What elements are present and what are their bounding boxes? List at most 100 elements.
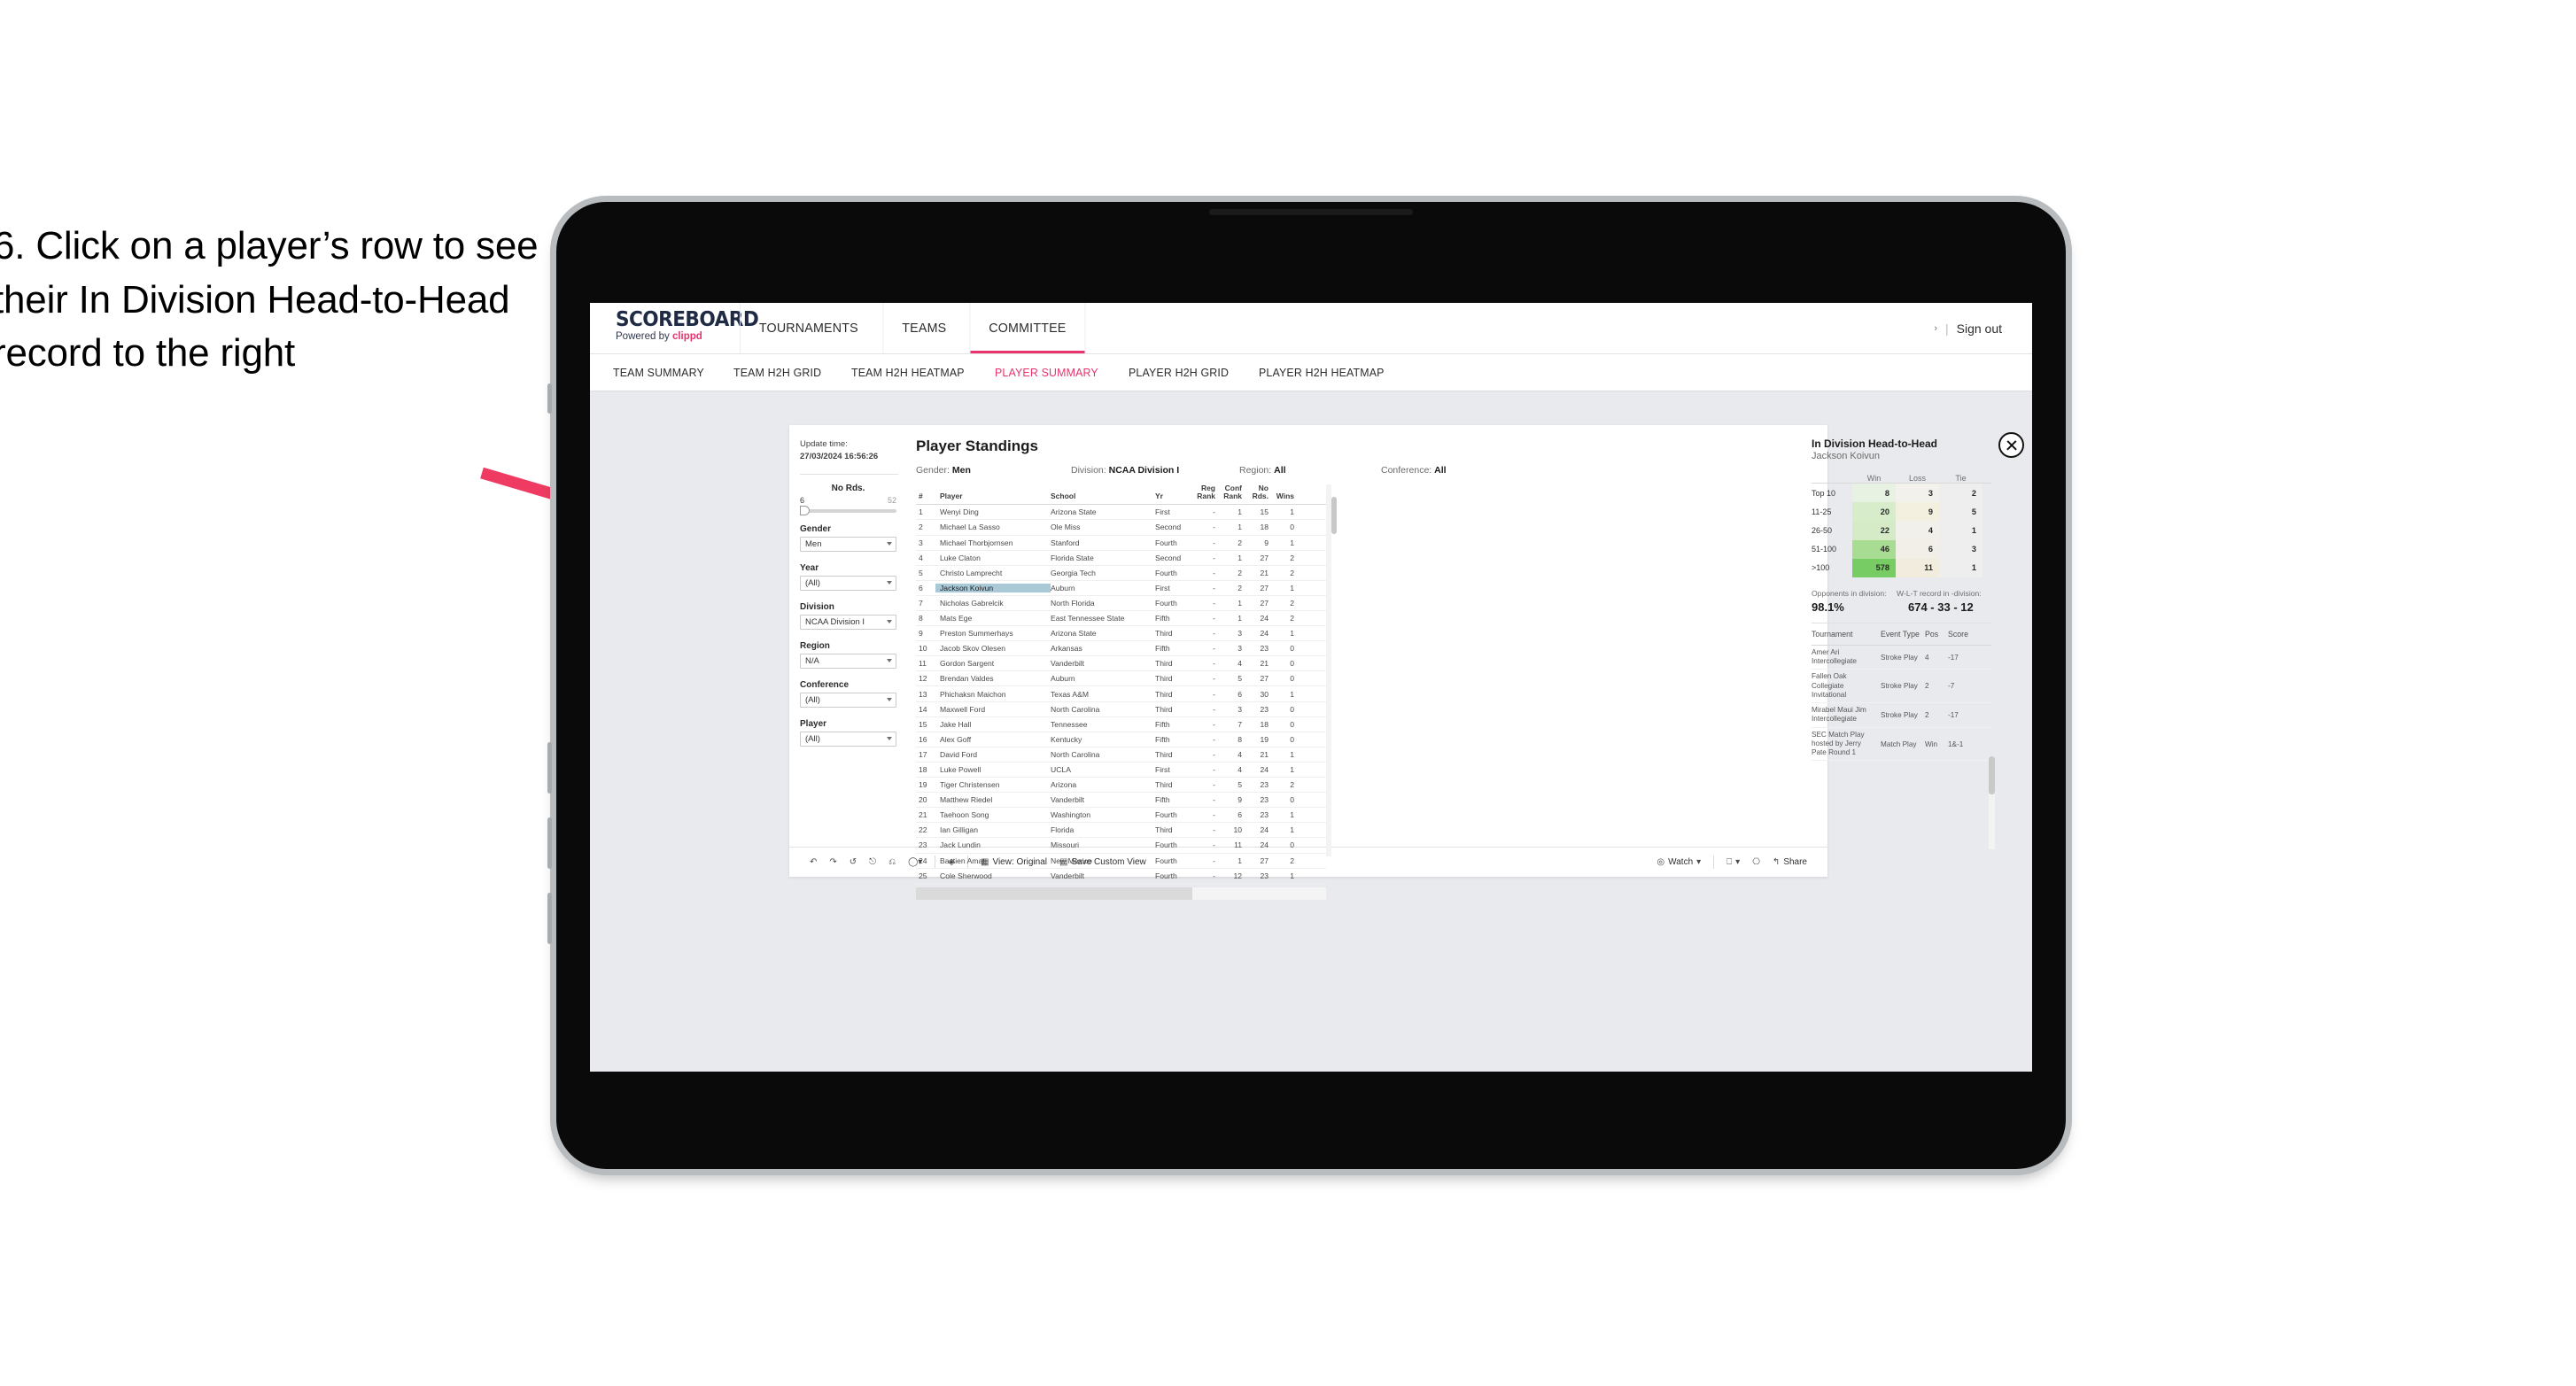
table-row[interactable]: 3 Michael Thorbjornsen Stanford Fourth - 2 9 1 (916, 536, 1326, 551)
cell-player: Michael Thorbjornsen (940, 538, 1013, 547)
table-row[interactable]: 6 Jackson Koivun Auburn First - 2 27 1 (916, 581, 1326, 596)
cell-reg-rank: - (1213, 553, 1215, 562)
tournaments-scrollbar-thumb[interactable] (1989, 756, 1995, 794)
filter-year-label: Year (800, 562, 819, 573)
table-row[interactable]: 14 Maxwell Ford North Carolina Third - 3 23 0 (916, 702, 1326, 717)
cell-yr: Fourth (1155, 871, 1177, 880)
h2h-col-win: Win (1866, 474, 1882, 483)
redo-icon[interactable]: ↷ (823, 857, 842, 867)
cell-conf-rank: 10 (1233, 825, 1242, 835)
share-button[interactable]: ↰ Share (1766, 857, 1813, 867)
download-button[interactable]: ⎕ ▾ (1720, 857, 1746, 867)
table-row[interactable]: 16 Alex Goff Kentucky Fifth - 8 19 0 (916, 732, 1326, 747)
app-logo[interactable]: SCOREBOARD Powered by clippd (590, 303, 759, 353)
main-navigation: TOURNAMENTS TEAMS COMMITTEE (736, 303, 1089, 353)
table-row[interactable]: 15 Jake Hall Tennessee Fifth - 7 18 0 (916, 717, 1326, 732)
nav-tab-teams[interactable]: TEAMS (882, 303, 965, 353)
cell-school: Kentucky (1051, 734, 1082, 744)
list-item[interactable]: Fallen Oak Collegiate Invitational Stroke… (1812, 670, 1991, 704)
filter-year-select[interactable]: (All) (800, 575, 896, 591)
cell-player: Bastien Amat (940, 856, 985, 865)
table-row[interactable]: 11 Gordon Sargent Vanderbilt Third - 4 21 0 (916, 656, 1326, 672)
table-row[interactable]: 9 Preston Summerhays Arizona State Third - 3 2… (916, 626, 1326, 642)
filter-division-select[interactable]: NCAA Division I (800, 614, 896, 630)
list-item[interactable]: SEC Match Play hosted by Jerry Pate Roun… (1812, 728, 1991, 762)
cell-no-rds: 24 (1260, 614, 1269, 623)
table-row[interactable]: 2 Michael La Sasso Ole Miss Second - 1 18 0 (916, 520, 1326, 536)
table-row[interactable]: 7 Nicholas Gabrelcik North Florida Fourth - 1… (916, 596, 1326, 611)
standings-hscrollbar-track[interactable] (916, 887, 1326, 900)
undo-icon[interactable]: ↶ (803, 857, 823, 867)
cell-reg-rank: - (1213, 719, 1215, 729)
slider-min-value: 6 (800, 495, 805, 505)
table-row[interactable]: 21 Taehoon Song Washington Fourth - 6 23 1 (916, 808, 1326, 824)
cell-conf-rank: 3 (1238, 704, 1242, 714)
cell-yr: Fourth (1155, 568, 1177, 577)
instruction-text: 6. Click on a player’s row to see their … (0, 224, 539, 376)
subtab-team-summary[interactable]: TEAM SUMMARY (613, 366, 704, 379)
table-row[interactable]: 23 Jack Lundin Missouri Fourth - 11 24 0 (916, 838, 1326, 854)
cell-no-rds: 24 (1260, 825, 1269, 835)
table-row[interactable]: 17 David Ford North Carolina Third - 4 21 1 (916, 747, 1326, 763)
filter-gender-select[interactable]: Men (800, 536, 896, 552)
list-item[interactable]: Mirabel Maui Jim Intercollegiate Stroke P… (1812, 703, 1991, 728)
nav-tab-tournaments[interactable]: TOURNAMENTS (740, 303, 877, 353)
cell-pos: 4 (1925, 653, 1929, 662)
refresh-icon[interactable]: ⎋ (863, 857, 882, 867)
cell-conf-rank: 2 (1238, 583, 1242, 592)
cell-conf-rank: 2 (1238, 538, 1242, 547)
cell-conf-rank: 8 (1238, 734, 1242, 744)
cell-player: Brendan Valdes (940, 674, 994, 684)
standings-vscrollbar-thumb[interactable] (1331, 497, 1337, 534)
sign-out-link[interactable]: Sign out (1957, 321, 2002, 336)
table-row[interactable]: 1 Wenyi Ding Arizona State First - 1 15 1 (916, 505, 1326, 521)
cell-yr: Third (1155, 659, 1173, 669)
list-item[interactable]: Amer Ari Intercollegiate Stroke Play 4 -17 (1812, 646, 1991, 670)
cell-rank: 9 (919, 629, 923, 639)
cell-pos: Win (1925, 739, 1938, 748)
subtab-team-h2h-grid[interactable]: TEAM H2H GRID (733, 366, 821, 379)
subtab-team-h2h-heatmap[interactable]: TEAM H2H HEATMAP (851, 366, 965, 379)
table-row[interactable]: 20 Matthew Riedel Vanderbilt Fifth - 9 23 0 (916, 793, 1326, 809)
close-icon[interactable] (1998, 432, 2024, 458)
cell-reg-rank: - (1213, 659, 1215, 669)
revert-icon[interactable]: ↺ (843, 857, 863, 867)
table-row[interactable]: 12 Brendan Valdes Auburn Third - 5 27 0 (916, 671, 1326, 687)
filter-conference-value: (All) (805, 694, 820, 705)
cell-conf-rank: 11 (1234, 840, 1242, 850)
table-row[interactable]: 22 Ian Gilligan Florida Third - 10 24 1 (916, 823, 1326, 839)
table-row[interactable]: 5 Christo Lamprecht Georgia Tech Fourth - 2 21… (916, 566, 1326, 581)
table-row[interactable]: 24 Bastien Amat New Mexico Fourth - 1 27 2 (916, 854, 1326, 869)
filter-conference-select[interactable]: (All) (800, 692, 896, 708)
filter-player-select[interactable]: (All) (800, 731, 896, 747)
watch-button[interactable]: ◎ Watch ▾ (1650, 857, 1707, 867)
table-row[interactable]: 4 Luke Claton Florida State Second - 1 27 2 (916, 551, 1326, 566)
meta-conference-value: All (1434, 465, 1447, 476)
fullscreen-icon[interactable]: ⎔ (1746, 857, 1766, 867)
range-slider-track[interactable] (800, 506, 896, 516)
cell-score: -17 (1948, 710, 1959, 719)
pause-icon[interactable]: ⎌ (882, 857, 902, 867)
cell-no-rds: 27 (1260, 598, 1269, 608)
filter-region-select[interactable]: N/A (800, 653, 896, 669)
table-row[interactable]: 19 Tiger Christensen Arizona Third - 5 23 2 (916, 778, 1326, 794)
subtab-player-summary[interactable]: PLAYER SUMMARY (995, 366, 1098, 379)
standings-vscrollbar-track[interactable] (1326, 484, 1337, 856)
table-row[interactable]: 8 Mats Ege East Tennessee State Fifth - 1 24 2 (916, 611, 1326, 627)
standings-hscrollbar-thumb[interactable] (916, 887, 1192, 900)
table-row[interactable]: 18 Luke Powell UCLA First - 4 24 1 (916, 763, 1326, 778)
nav-tab-committee[interactable]: COMMITTEE (969, 303, 1086, 353)
cell-player: Cole Sherwood (940, 871, 992, 880)
cell-wins: 2 (1290, 568, 1294, 577)
range-slider-handle[interactable] (800, 506, 810, 516)
stat-wlt-record: W-L-T record in -division: 674 - 33 - 12 (1897, 589, 1982, 614)
table-row[interactable]: 25 Cole Sherwood Vanderbilt Fourth - 12 23 1 (916, 869, 1326, 884)
meta-division-value: NCAA Division I (1108, 465, 1180, 476)
filter-sidebar: Update time: 27/03/2024 16:56:26 No Rds.… (789, 425, 907, 847)
cell-rank: 23 (919, 840, 927, 850)
subtab-player-h2h-grid[interactable]: PLAYER H2H GRID (1129, 366, 1229, 379)
chevron-right-icon[interactable]: › (1934, 323, 1937, 334)
table-row[interactable]: 13 Phichaksn Maichon Texas A&M Third - 6 30 1 (916, 686, 1326, 702)
table-row[interactable]: 10 Jacob Skov Olesen Arkansas Fifth - 3 23 0 (916, 641, 1326, 657)
subtab-player-h2h-heatmap[interactable]: PLAYER H2H HEATMAP (1259, 366, 1385, 379)
